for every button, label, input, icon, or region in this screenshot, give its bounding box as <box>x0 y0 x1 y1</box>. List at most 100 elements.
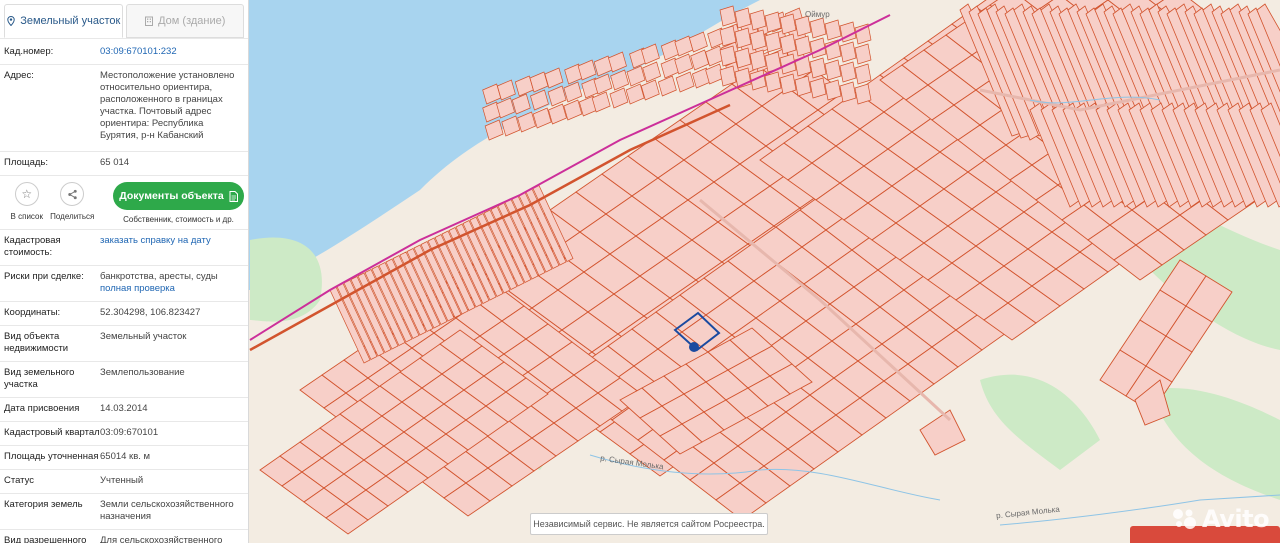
parcel[interactable] <box>839 41 857 63</box>
parcel[interactable] <box>764 11 782 33</box>
parcel[interactable] <box>719 25 737 47</box>
parcel[interactable] <box>809 77 827 99</box>
parcel[interactable] <box>794 35 812 57</box>
full-check-link[interactable]: полная проверка <box>100 283 175 294</box>
parcel[interactable] <box>809 57 827 79</box>
avito-watermark-text: Avito <box>1202 505 1270 533</box>
tab-land-plot[interactable]: Земельный участок <box>4 4 123 38</box>
documents-action: Документы объекта Собственник, стоимость… <box>113 182 244 224</box>
order-certificate-link[interactable]: заказать справку на дату <box>100 235 211 246</box>
row-key: Площадь уточненная <box>4 451 99 462</box>
parcel[interactable] <box>749 29 767 51</box>
avito-logo-icon <box>1173 509 1196 529</box>
row-cadastral-cost: Кадастровая стоимость: заказать справку … <box>0 229 248 265</box>
parcel[interactable] <box>839 61 857 83</box>
row-key: Кадастровый квартал <box>4 427 100 438</box>
parcel[interactable] <box>779 33 797 55</box>
share-label: Поделиться <box>50 212 95 221</box>
row-object-type: Вид объекта недвижимости Земельный участо… <box>0 325 248 361</box>
row-key: Дата присвоения <box>4 403 80 414</box>
parcel[interactable] <box>719 45 737 67</box>
row-refined-area: Площадь уточненная 65014 кв. м <box>0 445 248 469</box>
row-value: Учтенный <box>100 475 144 486</box>
row-coordinates: Координаты: 52.304298, 106.823427 <box>0 301 248 325</box>
map-pin-icon <box>7 16 15 26</box>
parcel[interactable] <box>809 17 827 39</box>
row-key: Кадастровая стоимость: <box>4 235 61 258</box>
row-key: Адрес: <box>4 70 34 81</box>
documents-subtitle: Собственник, стоимость и др. <box>123 215 234 224</box>
parcel[interactable] <box>749 49 767 71</box>
tab-bar: Земельный участок Дом (здание) <box>0 0 248 38</box>
action-bar: ☆ В список Поделиться Документы объекта … <box>0 175 248 229</box>
row-land-type: Вид земельного участка Землепользование <box>0 361 248 397</box>
parcel[interactable] <box>824 19 842 41</box>
parcel[interactable] <box>854 83 872 105</box>
documents-button[interactable]: Документы объекта <box>113 182 244 210</box>
parcel[interactable] <box>719 65 737 87</box>
row-key: Площадь: <box>4 157 48 168</box>
row-permitted-use: Вид разрешенного использования Для сельск… <box>0 529 248 543</box>
row-value: банкротства, аресты, суды <box>100 271 218 282</box>
village-label: Оймур <box>805 10 830 19</box>
parcel[interactable] <box>734 47 752 69</box>
star-icon[interactable]: ☆ <box>14 182 39 206</box>
parcel[interactable] <box>854 23 872 45</box>
documents-button-label: Документы объекта <box>119 190 224 202</box>
parcel[interactable] <box>734 7 752 29</box>
favorite-label: В список <box>10 212 43 221</box>
row-risks: Риски при сделке: банкротства, аресты, с… <box>0 265 248 301</box>
row-key: Риски при сделке: <box>4 271 84 282</box>
parcel[interactable] <box>749 9 767 31</box>
row-value: Местоположение установлено относительно … <box>100 70 235 141</box>
parcel[interactable] <box>719 5 737 27</box>
row-key: Вид земельного участка <box>4 367 75 390</box>
share-icon[interactable] <box>60 182 85 206</box>
favorite-action[interactable]: ☆ В список <box>4 182 50 221</box>
parcel[interactable] <box>824 79 842 101</box>
row-area: Площадь: 65 014 <box>0 151 248 175</box>
parcel[interactable] <box>764 31 782 53</box>
parcel[interactable] <box>794 15 812 37</box>
row-value: Землепользование <box>100 367 185 378</box>
document-icon <box>229 190 238 202</box>
row-value: Для сельскохозяйственного производства <box>100 535 223 543</box>
tab-label: Земельный участок <box>20 15 121 27</box>
row-value: 52.304298, 106.823427 <box>100 307 201 318</box>
parcel[interactable] <box>794 55 812 77</box>
parcel[interactable] <box>839 81 857 103</box>
row-value: Земельный участок <box>100 331 187 342</box>
tab-label: Дом (здание) <box>158 15 226 27</box>
cadastral-number-link[interactable]: 03:09:670101:232 <box>100 46 177 57</box>
row-value: 03:09:670101 <box>100 427 159 438</box>
parcel[interactable] <box>824 59 842 81</box>
row-value: Земли сельскохозяйственного назначения <box>100 499 234 522</box>
row-address: Адрес: Местоположение установлено относи… <box>0 64 248 151</box>
parcel[interactable] <box>779 73 797 95</box>
avito-watermark: Avito <box>1172 505 1270 533</box>
tab-building[interactable]: Дом (здание) <box>125 4 244 38</box>
row-key: Кад.номер: <box>4 46 54 57</box>
row-key: Вид разрешенного использования <box>4 535 87 543</box>
row-key: Статус <box>4 475 35 486</box>
parcel[interactable] <box>854 43 872 65</box>
parcel[interactable] <box>779 13 797 35</box>
row-key: Координаты: <box>4 307 61 318</box>
row-status: Статус Учтенный <box>0 469 248 493</box>
share-action[interactable]: Поделиться <box>50 182 96 221</box>
info-panel: Земельный участок Дом (здание) Кад.номер… <box>0 0 249 543</box>
row-land-category: Категория земель Земли сельскохозяйственн… <box>0 493 248 529</box>
row-key: Категория земель <box>4 499 83 510</box>
parcel[interactable] <box>854 63 872 85</box>
row-value: 65 014 <box>100 157 130 168</box>
row-value: 14.03.2014 <box>100 403 148 414</box>
parcel[interactable] <box>794 75 812 97</box>
row-value: 65014 кв. м <box>100 451 151 462</box>
row-assign-date: Дата присвоения 14.03.2014 <box>0 397 248 421</box>
row-key: Вид объекта недвижимости <box>4 331 69 354</box>
parcel[interactable] <box>764 71 782 93</box>
parcel[interactable] <box>734 27 752 49</box>
disclaimer-notice: Независимый сервис. Не является сайтом Р… <box>530 513 768 535</box>
building-icon <box>145 16 154 26</box>
row-cadastral-quarter: Кадастровый квартал 03:09:670101 <box>0 421 248 445</box>
